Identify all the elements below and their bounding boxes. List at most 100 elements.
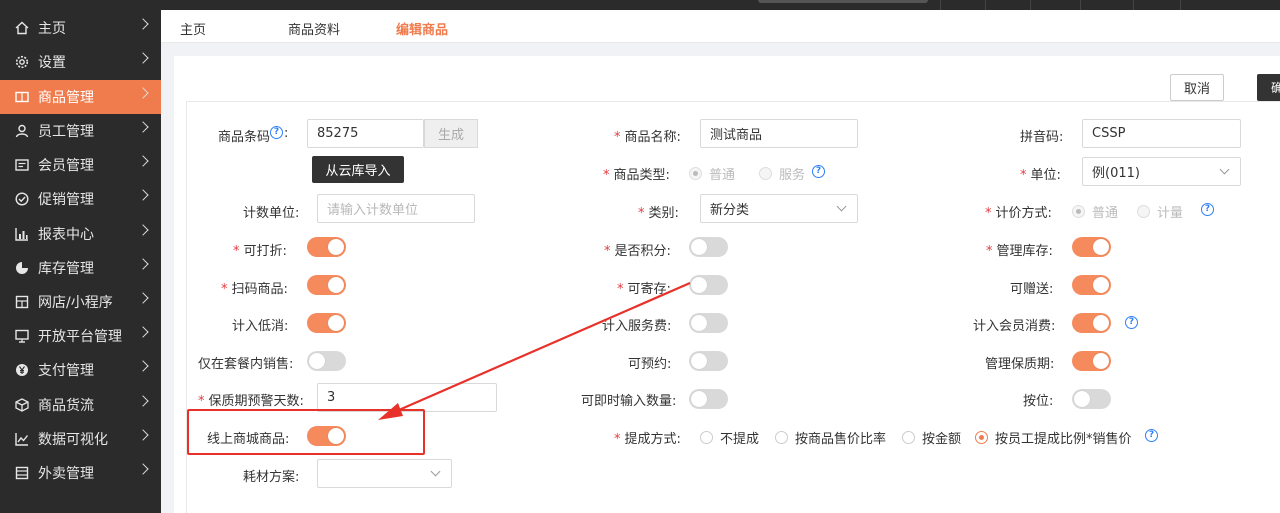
material-plan-select[interactable] xyxy=(317,459,452,488)
radio-dot xyxy=(975,431,989,444)
radio-dot xyxy=(902,431,916,444)
min-spend-toggle[interactable] xyxy=(307,313,346,333)
sidebar-item-online-shop[interactable]: 网店/小程序 xyxy=(0,285,161,319)
generate-button[interactable]: 生成 xyxy=(424,119,478,148)
chevron-right-icon xyxy=(137,258,149,270)
discount-toggle[interactable] xyxy=(307,237,346,257)
type-normal-radio[interactable]: 普通 xyxy=(689,164,735,183)
help-icon[interactable]: ? xyxy=(1125,316,1138,329)
points-toggle[interactable] xyxy=(689,237,728,257)
pinyin-input[interactable]: CSSP xyxy=(1082,119,1241,148)
tab-edit-product[interactable]: 编辑商品 xyxy=(396,19,448,38)
category-label: * 类别: xyxy=(638,202,679,221)
help-icon[interactable]: ? xyxy=(812,165,825,178)
required-mark: * xyxy=(985,206,992,221)
min-spend-label: 计入低消: xyxy=(232,319,289,334)
reservable-toggle[interactable] xyxy=(689,351,728,371)
required-mark: * xyxy=(638,206,645,221)
sidebar-item-home[interactable]: 主页 xyxy=(0,11,161,45)
pricing-weight-radio[interactable]: 计量 xyxy=(1137,202,1183,221)
gift-label: 可赠送: xyxy=(1010,282,1054,297)
sidebar-item-label: 商品货流 xyxy=(38,398,94,414)
barcode-input[interactable]: 85275 xyxy=(307,119,424,148)
sidebar-item-open-platform[interactable]: 开放平台管理 xyxy=(0,319,161,353)
commission-staff-radio[interactable]: 按员工提成比例*销售价 xyxy=(975,428,1132,447)
deposit-toggle[interactable] xyxy=(689,275,728,295)
sidebar-item-promotions[interactable]: 促销管理 xyxy=(0,182,161,216)
product-name-input[interactable]: 测试商品 xyxy=(700,119,858,148)
bar-chart-icon xyxy=(14,226,30,242)
commission-staff-label: 按员工提成比例*销售价 xyxy=(995,432,1132,447)
sidebar-item-label: 外卖管理 xyxy=(38,466,94,482)
scan-label: * 扫码商品: xyxy=(221,278,288,297)
service-fee-label: 计入服务费: xyxy=(602,319,672,334)
commission-none-radio[interactable]: 不提成 xyxy=(700,428,759,447)
commission-amount-radio[interactable]: 按金额 xyxy=(902,428,961,447)
sidebar-item-reports[interactable]: 报表中心 xyxy=(0,217,161,251)
check-circle-icon xyxy=(14,191,30,207)
tab-product-list[interactable]: 商品资料 xyxy=(288,19,340,38)
member-spend-toggle[interactable] xyxy=(1072,313,1111,333)
chevron-down-icon xyxy=(430,466,441,477)
help-icon[interactable]: ? xyxy=(270,126,283,139)
sidebar-item-payment[interactable]: 支付管理 xyxy=(0,353,161,387)
tab-home[interactable]: 主页 xyxy=(180,19,206,38)
confirm-button[interactable]: 确 xyxy=(1257,74,1280,101)
category-select-value: 新分类 xyxy=(710,203,750,218)
radio-dot xyxy=(689,167,702,180)
barcode-label: 商品条码 xyxy=(218,130,271,145)
sidebar-item-takeout[interactable]: 外卖管理 xyxy=(0,456,161,490)
gift-toggle[interactable] xyxy=(1072,275,1111,295)
sidebar-item-label: 开放平台管理 xyxy=(38,329,122,345)
category-select[interactable]: 新分类 xyxy=(700,194,858,223)
product-type-label: * 商品类型: xyxy=(603,164,670,183)
unit-select[interactable]: 例(011) xyxy=(1082,157,1241,186)
required-mark: * xyxy=(221,282,228,297)
help-icon[interactable]: ? xyxy=(1201,203,1214,216)
radio-dot xyxy=(759,167,773,180)
product-name-label: * 商品名称: xyxy=(614,126,681,145)
sidebar-item-label: 报表中心 xyxy=(38,227,94,243)
commission-ratio-radio[interactable]: 按商品售价比率 xyxy=(775,428,886,447)
combo-only-toggle[interactable] xyxy=(307,351,346,371)
sidebar-item-staff[interactable]: 员工管理 xyxy=(0,114,161,148)
reservable-label: 可预约: xyxy=(628,357,672,372)
top-bar-divider xyxy=(940,0,941,10)
top-bar xyxy=(0,0,1280,10)
top-bar-divider xyxy=(1133,0,1134,10)
sidebar-item-data-viz[interactable]: 数据可视化 xyxy=(0,422,161,456)
count-unit-input[interactable]: 请输入计数单位 xyxy=(317,194,475,223)
member-spend-label: 计入会员消费: xyxy=(973,319,1056,334)
pricing-normal-radio[interactable]: 普通 xyxy=(1072,202,1118,221)
top-bar-divider xyxy=(1030,0,1031,10)
sidebar-item-inventory[interactable]: 库存管理 xyxy=(0,251,161,285)
sidebar-item-label: 促销管理 xyxy=(38,192,94,208)
instant-qty-toggle[interactable] xyxy=(689,389,728,409)
import-cloud-button[interactable]: 从云库导入 xyxy=(312,156,404,183)
annotation-highlight-box xyxy=(187,409,425,455)
radio-dot xyxy=(1137,205,1151,218)
stock-label-text: 管理库存: xyxy=(996,244,1053,259)
scan-toggle[interactable] xyxy=(307,275,346,295)
top-bar-divider xyxy=(1080,0,1081,10)
by-position-toggle[interactable] xyxy=(1072,389,1111,409)
unit-label: * 单位: xyxy=(1020,164,1061,183)
chevron-right-icon xyxy=(137,87,149,99)
gear-icon xyxy=(14,54,30,70)
warning-days-input[interactable]: 3 xyxy=(317,383,497,412)
service-fee-toggle[interactable] xyxy=(689,313,728,333)
pinyin-label: 拼音码: xyxy=(1020,130,1064,145)
scan-label-text: 扫码商品: xyxy=(231,282,288,297)
sidebar-item-products[interactable]: 商品管理 xyxy=(0,80,161,114)
type-service-radio[interactable]: 服务 xyxy=(759,164,805,183)
help-icon[interactable]: ? xyxy=(1145,429,1158,442)
chevron-right-icon xyxy=(137,429,149,441)
sidebar-item-goods-flow[interactable]: 商品货流 xyxy=(0,388,161,422)
cancel-button[interactable]: 取消 xyxy=(1170,74,1224,101)
stock-toggle[interactable] xyxy=(1072,237,1111,257)
sidebar-item-members[interactable]: 会员管理 xyxy=(0,148,161,182)
shelf-life-toggle[interactable] xyxy=(1072,351,1111,371)
sidebar-item-settings[interactable]: 设置 xyxy=(0,45,161,79)
pricing-label-text: 计价方式: xyxy=(995,206,1052,221)
chevron-right-icon xyxy=(137,189,149,201)
